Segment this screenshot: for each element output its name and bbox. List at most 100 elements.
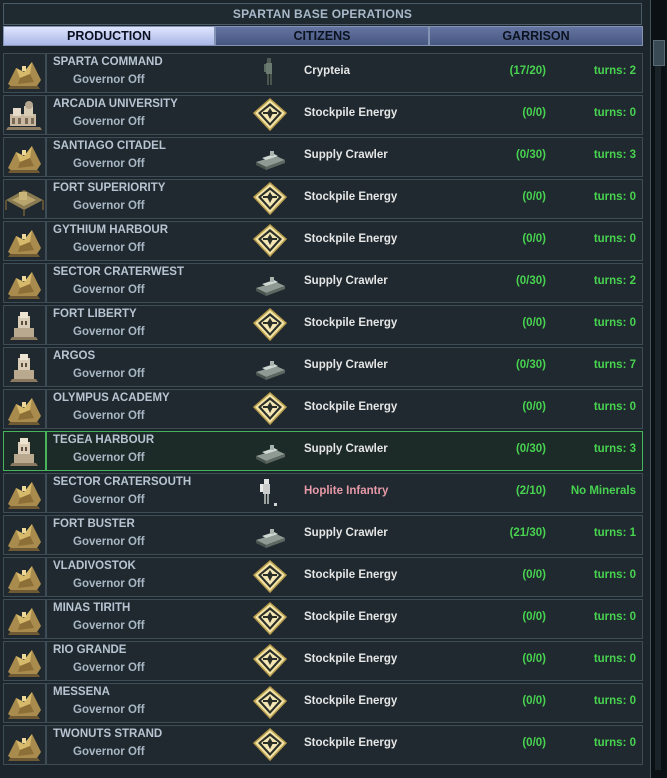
- base-info-panel[interactable]: ARCADIA UNIVERSITY Governor Off Stockpile …: [46, 95, 643, 135]
- base-sea-platform-icon[interactable]: [3, 179, 46, 219]
- base-row[interactable]: TEGEA HARBOUR Governor Off Supply Crawler (…: [3, 431, 643, 471]
- production-item[interactable]: Stockpile Energy: [304, 737, 397, 749]
- base-name[interactable]: SPARTA COMMAND: [53, 56, 163, 68]
- base-info-panel[interactable]: SPARTA COMMAND Governor Off Crypteia (17/20…: [46, 53, 643, 93]
- base-fortress-icon[interactable]: [3, 221, 46, 261]
- base-info-panel[interactable]: SECTOR CRATERWEST Governor Off Supply Craw…: [46, 263, 643, 303]
- base-info-panel[interactable]: GYTHIUM HARBOUR Governor Off Stockpile Ene…: [46, 221, 643, 261]
- base-name[interactable]: FORT SUPERIORITY: [53, 182, 165, 194]
- base-name[interactable]: SECTOR CRATERWEST: [53, 266, 184, 278]
- governor-status[interactable]: Governor Off: [73, 368, 145, 380]
- governor-status[interactable]: Governor Off: [73, 578, 145, 590]
- governor-status[interactable]: Governor Off: [73, 410, 145, 422]
- stockpile-energy-icon[interactable]: [252, 560, 288, 594]
- tab-garrison[interactable]: GARRISON: [429, 26, 643, 46]
- stockpile-energy-icon[interactable]: [252, 728, 288, 762]
- base-row[interactable]: MESSENA Governor Off Stockpile Energy (0/0)…: [3, 683, 643, 723]
- base-fortress-icon[interactable]: [3, 683, 46, 723]
- supply-crawler-icon[interactable]: [252, 434, 288, 468]
- base-name[interactable]: TEGEA HARBOUR: [53, 434, 154, 446]
- production-item[interactable]: Supply Crawler: [304, 443, 388, 455]
- governor-status[interactable]: Governor Off: [73, 74, 145, 86]
- base-fortress-icon[interactable]: [3, 473, 46, 513]
- base-name[interactable]: TWONUTS STRAND: [53, 728, 162, 740]
- base-name[interactable]: VLADIVOSTOK: [53, 560, 136, 572]
- base-fortress-icon[interactable]: [3, 641, 46, 681]
- production-item[interactable]: Stockpile Energy: [304, 611, 397, 623]
- base-row[interactable]: SECTOR CRATERWEST Governor Off Supply Craw…: [3, 263, 643, 303]
- base-info-panel[interactable]: TEGEA HARBOUR Governor Off Supply Crawler (…: [46, 431, 643, 471]
- base-row[interactable]: TWONUTS STRAND Governor Off Stockpile Ener…: [3, 725, 643, 765]
- base-info-panel[interactable]: OLYMPUS ACADEMY Governor Off Stockpile Ene…: [46, 389, 643, 429]
- base-fortress-icon[interactable]: [3, 599, 46, 639]
- base-info-panel[interactable]: MINAS TIRITH Governor Off Stockpile Energy…: [46, 599, 643, 639]
- supply-crawler-icon[interactable]: [252, 350, 288, 384]
- production-item[interactable]: Supply Crawler: [304, 149, 388, 161]
- base-row[interactable]: OLYMPUS ACADEMY Governor Off Stockpile Ene…: [3, 389, 643, 429]
- base-row[interactable]: SANTIAGO CITADEL Governor Off Supply Crawl…: [3, 137, 643, 177]
- base-info-panel[interactable]: ARGOS Governor Off Supply Crawler (0/30) tur…: [46, 347, 643, 387]
- base-name[interactable]: GYTHIUM HARBOUR: [53, 224, 168, 236]
- base-row[interactable]: SECTOR CRATERSOUTH Governor Off Hoplite In…: [3, 473, 643, 513]
- tab-production[interactable]: PRODUCTION: [3, 26, 215, 46]
- base-info-panel[interactable]: MESSENA Governor Off Stockpile Energy (0/0)…: [46, 683, 643, 723]
- base-info-panel[interactable]: FORT LIBERTY Governor Off Stockpile Energy…: [46, 305, 643, 345]
- base-name[interactable]: FORT BUSTER: [53, 518, 135, 530]
- base-row[interactable]: SPARTA COMMAND Governor Off Crypteia (17/20…: [3, 53, 643, 93]
- supply-crawler-icon[interactable]: [252, 518, 288, 552]
- base-info-panel[interactable]: SANTIAGO CITADEL Governor Off Supply Crawl…: [46, 137, 643, 177]
- governor-status[interactable]: Governor Off: [73, 494, 145, 506]
- production-item[interactable]: Stockpile Energy: [304, 695, 397, 707]
- stockpile-energy-icon[interactable]: [252, 308, 288, 342]
- base-info-panel[interactable]: VLADIVOSTOK Governor Off Stockpile Energy (…: [46, 557, 643, 597]
- base-info-panel[interactable]: TWONUTS STRAND Governor Off Stockpile Ener…: [46, 725, 643, 765]
- base-name[interactable]: ARCADIA UNIVERSITY: [53, 98, 178, 110]
- governor-status[interactable]: Governor Off: [73, 200, 145, 212]
- base-info-panel[interactable]: SECTOR CRATERSOUTH Governor Off Hoplite In…: [46, 473, 643, 513]
- production-item[interactable]: Stockpile Energy: [304, 653, 397, 665]
- production-item[interactable]: Hoplite Infantry: [304, 485, 388, 497]
- base-name[interactable]: FORT LIBERTY: [53, 308, 137, 320]
- tab-citizens[interactable]: CITIZENS: [215, 26, 429, 46]
- base-row[interactable]: FORT LIBERTY Governor Off Stockpile Energy…: [3, 305, 643, 345]
- governor-status[interactable]: Governor Off: [73, 536, 145, 548]
- production-item[interactable]: Stockpile Energy: [304, 233, 397, 245]
- production-item[interactable]: Stockpile Energy: [304, 107, 397, 119]
- base-outpost-icon[interactable]: [3, 305, 46, 345]
- governor-status[interactable]: Governor Off: [73, 452, 145, 464]
- base-fortress-icon[interactable]: [3, 389, 46, 429]
- base-fortress-icon[interactable]: [3, 263, 46, 303]
- stockpile-energy-icon[interactable]: [252, 98, 288, 132]
- production-item[interactable]: Stockpile Energy: [304, 317, 397, 329]
- base-fortress-icon[interactable]: [3, 725, 46, 765]
- hoplite-infantry-icon[interactable]: [252, 476, 288, 510]
- base-name[interactable]: MESSENA: [53, 686, 110, 698]
- governor-status[interactable]: Governor Off: [73, 242, 145, 254]
- production-item[interactable]: Crypteia: [304, 65, 350, 77]
- stockpile-energy-icon[interactable]: [252, 644, 288, 678]
- base-info-panel[interactable]: FORT BUSTER Governor Off Supply Crawler (21…: [46, 515, 643, 555]
- stockpile-energy-icon[interactable]: [252, 392, 288, 426]
- base-fortress-icon[interactable]: [3, 53, 46, 93]
- production-item[interactable]: Stockpile Energy: [304, 569, 397, 581]
- supply-crawler-icon[interactable]: [252, 266, 288, 300]
- base-outpost-icon[interactable]: [3, 347, 46, 387]
- production-item[interactable]: Supply Crawler: [304, 359, 388, 371]
- base-name[interactable]: MINAS TIRITH: [53, 602, 130, 614]
- stockpile-energy-icon[interactable]: [252, 182, 288, 216]
- base-row[interactable]: MINAS TIRITH Governor Off Stockpile Energy…: [3, 599, 643, 639]
- base-outpost-icon[interactable]: [3, 431, 46, 471]
- governor-status[interactable]: Governor Off: [73, 704, 145, 716]
- base-name[interactable]: ARGOS: [53, 350, 95, 362]
- governor-status[interactable]: Governor Off: [73, 326, 145, 338]
- base-name[interactable]: RIO GRANDE: [53, 644, 126, 656]
- stockpile-energy-icon[interactable]: [252, 224, 288, 258]
- base-row[interactable]: ARCADIA UNIVERSITY Governor Off Stockpile …: [3, 95, 643, 135]
- base-university-icon[interactable]: [3, 95, 46, 135]
- production-item[interactable]: Supply Crawler: [304, 527, 388, 539]
- production-item[interactable]: Stockpile Energy: [304, 191, 397, 203]
- supply-crawler-icon[interactable]: [252, 140, 288, 174]
- base-fortress-icon[interactable]: [3, 137, 46, 177]
- governor-status[interactable]: Governor Off: [73, 746, 145, 758]
- governor-status[interactable]: Governor Off: [73, 116, 145, 128]
